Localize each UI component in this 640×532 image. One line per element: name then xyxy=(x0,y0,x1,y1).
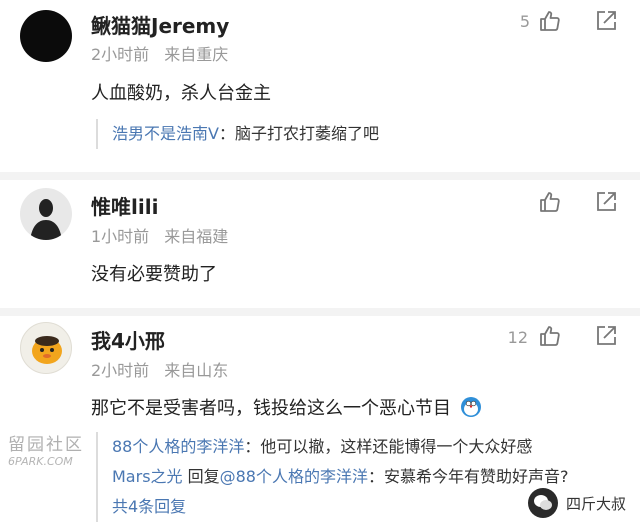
share-icon[interactable] xyxy=(594,9,618,33)
share-icon[interactable] xyxy=(594,324,618,348)
comment-meta: 2小时前 来自山东 xyxy=(91,357,228,381)
watermark-6park: 留园社区 6PARK.COM xyxy=(8,430,98,468)
reply-separator: ： xyxy=(368,467,385,486)
reply-separator: ： xyxy=(218,124,235,143)
comment-text: 没有必要赞助了 xyxy=(91,264,217,285)
reply-item[interactable]: Mars之光 回复@88个人格的李洋洋：安慕希今年有赞助好声音? xyxy=(112,462,569,492)
emoji-doraemon-icon xyxy=(460,397,481,417)
reply-username[interactable]: 88个人格的李洋洋 xyxy=(112,437,244,456)
reply-list: 88个人格的李洋洋：他可以撤，这样还能博得一个大众好感 Mars之光 回复@88… xyxy=(96,432,569,522)
comment-text: 人血酸奶，杀人台金主 xyxy=(91,83,271,104)
reply-item[interactable]: 浩男不是浩南V：脑子打农打萎缩了吧 xyxy=(112,119,379,149)
timestamp: 2小时前 xyxy=(91,45,150,64)
section-divider xyxy=(0,172,640,180)
avatar[interactable] xyxy=(20,188,72,240)
avatar[interactable] xyxy=(20,10,72,62)
comment-meta: 2小时前 来自重庆 xyxy=(91,41,228,65)
reply-username[interactable]: 浩男不是浩南V xyxy=(112,124,219,143)
avatar-silhouette-icon xyxy=(30,199,62,240)
thumbs-up-icon[interactable] xyxy=(538,9,562,33)
reply-action: 回复 xyxy=(182,467,220,486)
watermark-en: 6PARK.COM xyxy=(8,455,73,468)
like-count: 5 xyxy=(519,12,530,31)
more-replies-label[interactable]: 共4条回复 xyxy=(112,497,186,516)
avatar[interactable] xyxy=(20,322,72,374)
comment-text-content: 那它不是受害者吗，钱投给这么一个恶心节目 xyxy=(91,398,451,419)
watermark-cn: 留园社区 xyxy=(8,435,84,455)
avatar-duck-icon xyxy=(32,336,62,364)
reply-item[interactable]: 88个人格的李洋洋：他可以撤，这样还能博得一个大众好感 xyxy=(112,432,569,462)
reply-text: 他可以撤，这样还能博得一个大众好感 xyxy=(260,437,533,456)
comment-text: 那它不是受害者吗，钱投给这么一个恶心节目 xyxy=(91,394,483,420)
reply-separator: ： xyxy=(244,437,261,456)
reply-username[interactable]: Mars之光 xyxy=(112,467,183,486)
section-divider xyxy=(0,308,640,316)
comment-meta: 1小时前 来自福建 xyxy=(91,223,228,247)
comment-1: 鳅猫猫Jeremy 2小时前 来自重庆 5 人血酸奶，杀人台金主 浩男不是浩南V… xyxy=(0,0,640,172)
location: 来自山东 xyxy=(164,361,229,380)
username[interactable]: 鳅猫猫Jeremy xyxy=(91,10,229,39)
reply-text: 脑子打农打萎缩了吧 xyxy=(234,124,379,143)
location: 来自重庆 xyxy=(164,45,229,64)
timestamp: 1小时前 xyxy=(91,227,150,246)
comment-2: 惟唯lili 1小时前 来自福建 没有必要赞助了 xyxy=(0,180,640,308)
reply-text: 安慕希今年有赞助好声音? xyxy=(384,467,569,486)
watermark-text: 四斤大叔 xyxy=(565,494,626,513)
thumbs-up-icon[interactable] xyxy=(538,324,562,348)
reply-target[interactable]: @88个人格的李洋洋 xyxy=(220,467,368,486)
wechat-logo-icon xyxy=(527,488,558,518)
username[interactable]: 惟唯lili xyxy=(91,191,158,220)
like-count: 12 xyxy=(507,328,528,347)
timestamp: 2小时前 xyxy=(91,361,150,380)
more-replies-link[interactable]: 共4条回复 xyxy=(112,492,569,522)
thumbs-up-icon[interactable] xyxy=(538,190,562,214)
share-icon[interactable] xyxy=(594,190,618,214)
username[interactable]: 我4小邢 xyxy=(91,325,165,354)
watermark-wechat: 四斤大叔 xyxy=(527,486,626,520)
reply-list: 浩男不是浩南V：脑子打农打萎缩了吧 xyxy=(96,119,379,149)
location: 来自福建 xyxy=(164,227,229,246)
